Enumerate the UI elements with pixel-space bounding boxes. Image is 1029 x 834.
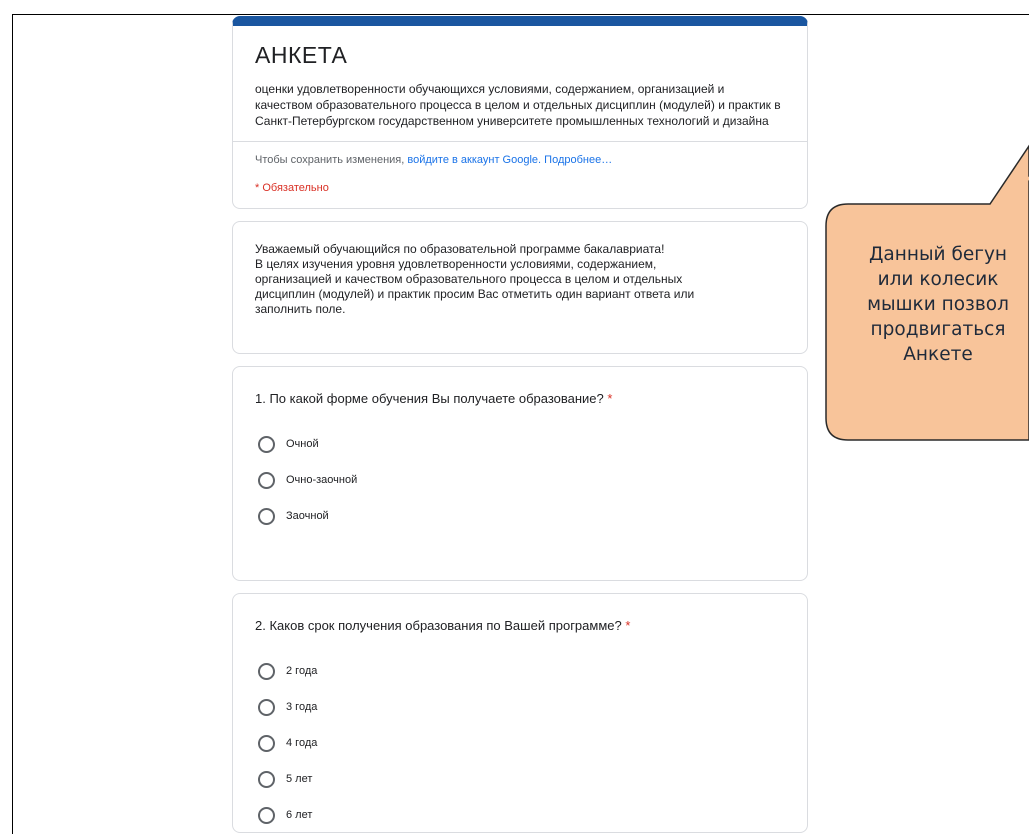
radio-option[interactable]: 2 года bbox=[255, 653, 785, 689]
form-title: АНКЕТА bbox=[255, 42, 348, 68]
option-label: 6 лет bbox=[286, 809, 313, 821]
intro-line: организацией и качеством образовательног… bbox=[255, 272, 683, 286]
question-title: 1. По какой форме обучения Вы получаете … bbox=[255, 391, 785, 406]
question-title: 2. Каков срок получения образования по В… bbox=[255, 618, 785, 633]
radio-option[interactable]: Заочной bbox=[255, 498, 785, 534]
form-description: оценки удовлетворенности обучающихся усл… bbox=[255, 82, 781, 128]
intro-line: заполнить поле. bbox=[255, 302, 346, 316]
signin-prefix: Чтобы сохранить изменения, bbox=[255, 154, 408, 166]
option-label: 5 лет bbox=[286, 773, 313, 785]
radio-button[interactable] bbox=[258, 806, 275, 824]
radio-button[interactable] bbox=[258, 734, 275, 752]
radio-button[interactable] bbox=[258, 435, 275, 453]
callout-line: Данный бегун bbox=[868, 244, 1008, 265]
intro-line: В целях изучения уровня удовлетворенност… bbox=[255, 257, 657, 271]
callout-line: продвигаться bbox=[870, 319, 1006, 340]
option-label: 3 года bbox=[286, 701, 318, 713]
google-signin-link[interactable]: войдите в аккаунт Google. bbox=[407, 154, 541, 166]
question-text: 1. По какой форме обучения Вы получаете … bbox=[255, 391, 604, 406]
radio-option[interactable]: Очно-заочной bbox=[255, 462, 785, 498]
option-label: 2 года bbox=[286, 665, 318, 677]
radio-option[interactable]: 5 лет bbox=[255, 761, 785, 797]
form-header-card: АНКЕТА оценки удовлетворенности обучающи… bbox=[232, 16, 808, 209]
radio-button[interactable] bbox=[258, 662, 275, 680]
radio-option[interactable]: 3 года bbox=[255, 689, 785, 725]
intro-line: Уважаемый обучающийся по образовательной… bbox=[255, 242, 665, 256]
learn-more-link[interactable]: Подробнее… bbox=[544, 154, 612, 166]
option-label: Очной bbox=[286, 438, 319, 450]
intro-text: Уважаемый обучающийся по образовательной… bbox=[255, 242, 785, 317]
required-note: * Обязательно bbox=[255, 182, 329, 194]
option-label: 4 года bbox=[286, 737, 318, 749]
annotation-callout: Данный бегун или колесик мышки позвол пр… bbox=[818, 0, 1029, 834]
question-card-1: 1. По какой форме обучения Вы получаете … bbox=[232, 366, 808, 581]
signin-notice: Чтобы сохранить изменения, войдите в акк… bbox=[255, 154, 785, 166]
intro-line: дисциплин (модулей) и практик просим Вас… bbox=[255, 287, 695, 301]
callout-bubble-shape bbox=[825, 144, 1029, 441]
option-label: Очно-заочной bbox=[286, 474, 358, 486]
radio-button[interactable] bbox=[258, 698, 275, 716]
required-star: * bbox=[625, 618, 631, 633]
radio-option[interactable]: 6 лет bbox=[255, 797, 785, 832]
radio-button[interactable] bbox=[258, 770, 275, 788]
radio-option[interactable]: Очной bbox=[255, 426, 785, 462]
radio-button[interactable] bbox=[258, 471, 275, 489]
radio-button[interactable] bbox=[258, 507, 275, 525]
radio-option[interactable]: 4 года bbox=[255, 725, 785, 761]
intro-card: Уважаемый обучающийся по образовательной… bbox=[232, 221, 808, 354]
form-column: АНКЕТА оценки удовлетворенности обучающи… bbox=[232, 16, 808, 834]
callout-text: Данный бегун или колесик мышки позвол пр… bbox=[818, 242, 1029, 367]
question-card-2: 2. Каков срок получения образования по В… bbox=[232, 593, 808, 833]
callout-line: или колесик bbox=[877, 269, 999, 290]
callout-line: Анкете bbox=[903, 344, 973, 365]
required-star: * bbox=[607, 391, 613, 406]
question-text: 2. Каков срок получения образования по В… bbox=[255, 618, 622, 633]
callout-line: мышки позвол bbox=[867, 294, 1009, 315]
option-label: Заочной bbox=[286, 510, 329, 522]
